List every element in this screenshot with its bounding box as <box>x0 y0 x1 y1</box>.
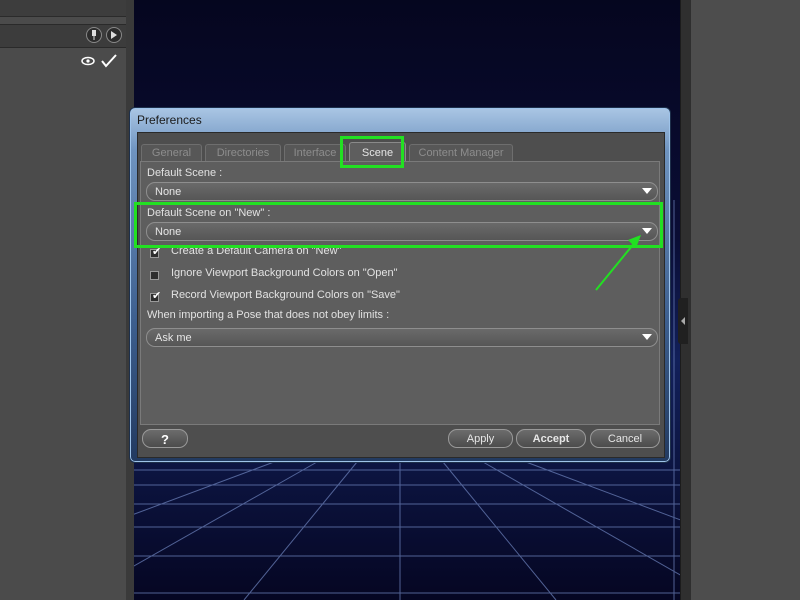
default-scene-value: None <box>155 186 182 198</box>
dialog-body: General Directories Interface Scene Cont… <box>137 132 665 458</box>
apply-button[interactable]: Apply <box>448 429 513 448</box>
default-scene-dropdown[interactable]: None <box>146 182 658 201</box>
accept-button[interactable]: Accept <box>516 429 586 448</box>
pose-limits-label: When importing a Pose that does not obey… <box>147 309 390 321</box>
create-default-camera-checkbox[interactable]: ✔ <box>150 246 162 258</box>
default-scene-new-value: None <box>155 226 182 238</box>
tab-general[interactable]: General <box>141 144 202 161</box>
pose-limits-dropdown[interactable]: Ask me <box>146 328 658 347</box>
pose-limits-value: Ask me <box>155 332 192 344</box>
default-scene-new-label: Default Scene on "New" : <box>147 207 271 219</box>
cancel-button[interactable]: Cancel <box>590 429 660 448</box>
help-icon: ? <box>161 432 169 446</box>
visibility-controls <box>78 53 122 69</box>
tab-directories[interactable]: Directories <box>205 144 281 161</box>
tab-scene[interactable]: Scene <box>349 142 406 163</box>
dialog-title: Preferences <box>137 113 202 127</box>
right-pane <box>691 0 800 600</box>
default-scene-label: Default Scene : <box>147 167 223 179</box>
ignore-viewport-bg-label: Ignore Viewport Background Colors on "Op… <box>171 267 398 279</box>
tab-interface[interactable]: Interface <box>284 144 346 161</box>
pin-icon[interactable] <box>86 27 102 43</box>
scene-settings-panel: Default Scene : None Default Scene on "N… <box>140 161 660 425</box>
dropdown-arrow-icon <box>642 188 652 194</box>
eye-icon[interactable] <box>81 56 95 66</box>
left-pane <box>0 0 127 600</box>
create-default-camera-label: Create a Default Camera on "New" <box>171 245 342 257</box>
checkmark-icon[interactable] <box>101 54 117 68</box>
ignore-viewport-bg-checkbox[interactable] <box>150 271 159 280</box>
help-button[interactable]: ? <box>142 429 188 448</box>
record-viewport-bg-label: Record Viewport Background Colors on "Sa… <box>171 289 400 301</box>
side-panel-collapse-tab[interactable] <box>678 298 688 344</box>
checkmark-icon: ✔ <box>152 290 162 302</box>
checkmark-icon: ✔ <box>152 246 162 258</box>
dropdown-arrow-icon <box>642 228 652 234</box>
tab-content-manager[interactable]: Content Manager <box>409 144 513 161</box>
left-pane-header <box>0 0 126 17</box>
left-pane-toolbar <box>0 24 126 48</box>
svg-text:?: ? <box>161 432 169 446</box>
default-scene-new-dropdown[interactable]: None <box>146 222 658 241</box>
play-arrow-icon[interactable] <box>106 27 122 43</box>
preferences-dialog: Preferences General Directories Interfac… <box>129 107 671 463</box>
record-viewport-bg-checkbox[interactable]: ✔ <box>150 290 162 302</box>
dropdown-arrow-icon <box>642 334 652 340</box>
